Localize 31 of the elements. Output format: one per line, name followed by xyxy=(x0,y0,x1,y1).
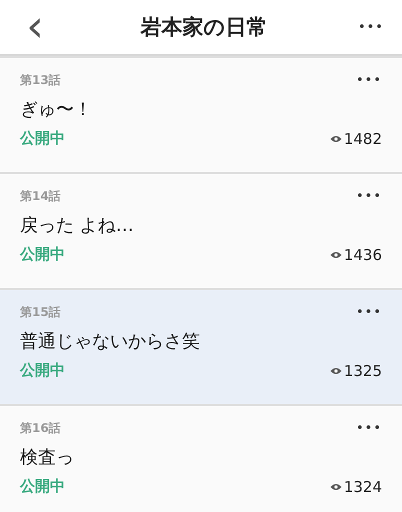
episode-title: 検査っ xyxy=(20,446,75,469)
more-button[interactable]: ••• xyxy=(356,421,382,436)
episode-title: 普通じゃないからさ笑 xyxy=(20,330,201,353)
eye-icon xyxy=(330,482,342,490)
view-count: 1436 xyxy=(344,246,382,264)
view-count: 1324 xyxy=(344,478,382,496)
view-count: 1325 xyxy=(344,362,382,380)
more-button[interactable]: ••• xyxy=(356,73,382,88)
episode-number: 第16話 xyxy=(20,420,61,437)
status-label: 公開中 xyxy=(20,361,65,380)
episode-number: 第13話 xyxy=(20,72,61,89)
episode-number: 第14話 xyxy=(20,188,61,205)
more-button[interactable]: ••• xyxy=(356,305,382,320)
more-button[interactable]: ••• xyxy=(356,189,382,204)
episode-card[interactable]: 第15話 ••• 普通じゃないからさ笑 公開中 1325 xyxy=(0,290,402,404)
page-title: 岩本家の日常 xyxy=(140,14,268,41)
episode-number: 第15話 xyxy=(20,304,61,321)
eye-icon xyxy=(330,250,342,258)
episode-card[interactable]: 第13話 ••• ぎゅ〜！ 公開中 1482 xyxy=(0,58,402,172)
status-label: 公開中 xyxy=(20,129,65,148)
status-label: 公開中 xyxy=(20,477,65,496)
episode-card[interactable]: 第16話 ••• 検査っ 公開中 1324 xyxy=(0,406,402,512)
episode-title: ぎゅ〜！ xyxy=(20,98,93,121)
menu-button[interactable]: ••• xyxy=(358,20,384,34)
episode-title: 戻った よね… xyxy=(20,214,135,237)
back-button[interactable]: ‹ xyxy=(20,7,50,47)
eye-icon xyxy=(330,134,342,142)
status-label: 公開中 xyxy=(20,245,65,264)
view-count: 1482 xyxy=(344,130,382,148)
eye-icon xyxy=(330,366,342,374)
episode-card[interactable]: 第14話 ••• 戻った よね… 公開中 1436 xyxy=(0,174,402,288)
